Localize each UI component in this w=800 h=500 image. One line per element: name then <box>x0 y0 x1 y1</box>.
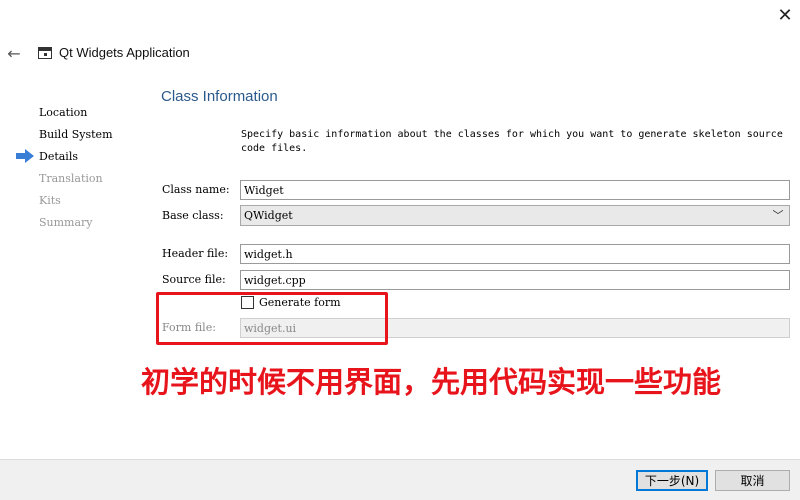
wizard-title: Qt Widgets Application <box>59 45 190 60</box>
window-icon <box>38 47 52 59</box>
class-name-input[interactable] <box>240 180 790 200</box>
cancel-button[interactable]: 取消 <box>715 470 790 491</box>
step-summary: Summary <box>39 216 93 229</box>
step-details: Details <box>39 150 78 163</box>
annotation-text: 初学的时候不用界面，先用代码实现一些功能 <box>141 365 722 399</box>
source-file-label: Source file: <box>162 273 226 286</box>
source-file-input[interactable] <box>240 270 790 290</box>
current-step-arrow-icon <box>16 149 34 163</box>
annotation-highlight-box <box>156 292 388 345</box>
close-icon[interactable]: ✕ <box>770 2 800 28</box>
description-text: Specify basic information about the clas… <box>241 129 783 154</box>
step-build-system: Build System <box>39 128 113 141</box>
step-translation: Translation <box>39 172 103 185</box>
class-name-label: Class name: <box>162 183 230 196</box>
base-class-value: QWidget <box>244 209 293 222</box>
base-class-label: Base class: <box>162 209 224 222</box>
title-bar: ✕ <box>0 0 800 34</box>
next-button[interactable]: 下一步(N) <box>636 470 708 491</box>
header-file-label: Header file: <box>162 247 229 260</box>
base-class-select[interactable]: QWidget ﹀ <box>240 205 790 226</box>
step-location: Location <box>39 106 88 119</box>
page-title: Class Information <box>161 88 278 105</box>
arrow-left-icon[interactable]: ← <box>4 43 24 63</box>
chevron-down-icon: ﹀ <box>772 209 784 222</box>
step-kits: Kits <box>39 194 61 207</box>
header-file-input[interactable] <box>240 244 790 264</box>
